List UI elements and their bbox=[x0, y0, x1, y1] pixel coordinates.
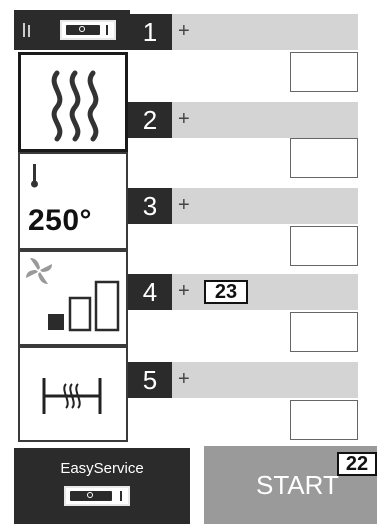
toggle-off-indicator bbox=[70, 491, 112, 501]
step-1-number[interactable]: 1 bbox=[128, 14, 172, 50]
step-2-number[interactable]: 2 bbox=[128, 102, 172, 138]
toggle-on-indicator bbox=[106, 25, 108, 35]
power-bar bbox=[14, 10, 130, 50]
step-2-add-icon[interactable]: + bbox=[178, 109, 190, 129]
thermo-small-icon bbox=[23, 23, 30, 37]
temperature-button[interactable]: 250° bbox=[18, 152, 128, 250]
damper-button[interactable] bbox=[18, 346, 128, 442]
fan-speed-button[interactable] bbox=[18, 250, 128, 346]
start-badge: 22 bbox=[337, 452, 377, 476]
step-3-value-box[interactable] bbox=[290, 226, 358, 266]
step-1-add-icon[interactable]: + bbox=[178, 21, 190, 41]
step-5-bar[interactable]: + bbox=[172, 362, 358, 398]
temperature-value: 250° bbox=[28, 204, 93, 237]
steam-mode-button[interactable] bbox=[18, 52, 128, 152]
step-1-value-box[interactable] bbox=[290, 52, 358, 92]
easy-service-label: EasyService bbox=[60, 460, 144, 477]
humidity-damper-icon bbox=[42, 378, 102, 414]
step-3-number[interactable]: 3 bbox=[128, 188, 172, 224]
start-button[interactable]: START 22 bbox=[204, 446, 377, 524]
step-3-add-icon[interactable]: + bbox=[178, 195, 190, 215]
toggle-on-indicator bbox=[120, 491, 122, 501]
power-toggle[interactable] bbox=[60, 20, 116, 40]
step-5-value-box[interactable] bbox=[290, 400, 358, 440]
easy-service-panel: EasyService bbox=[14, 448, 190, 524]
step-5-number[interactable]: 5 bbox=[128, 362, 172, 398]
thermometer-icon bbox=[31, 164, 38, 188]
step-4-number[interactable]: 4 bbox=[128, 274, 172, 310]
start-label: START bbox=[256, 470, 339, 500]
step-2-value-box[interactable] bbox=[290, 138, 358, 178]
step-1-bar[interactable]: + bbox=[172, 14, 358, 50]
step-3-bar[interactable]: + bbox=[172, 188, 358, 224]
step-4-badge: 23 bbox=[204, 280, 248, 304]
step-4-bar[interactable]: + 23 bbox=[172, 274, 358, 310]
step-2-bar[interactable]: + bbox=[172, 102, 358, 138]
step-4-value-box[interactable] bbox=[290, 312, 358, 352]
toggle-off-indicator bbox=[66, 25, 100, 35]
step-4-add-icon[interactable]: + bbox=[178, 281, 190, 301]
steam-icon bbox=[51, 70, 99, 142]
oven-control-screen: 250° 1 + 2 + 3 + 4 + 23 5 + EasyService … bbox=[0, 0, 377, 524]
fan-speed-bars-icon bbox=[48, 280, 120, 332]
step-5-add-icon[interactable]: + bbox=[178, 369, 190, 389]
easy-service-toggle[interactable] bbox=[64, 486, 130, 506]
